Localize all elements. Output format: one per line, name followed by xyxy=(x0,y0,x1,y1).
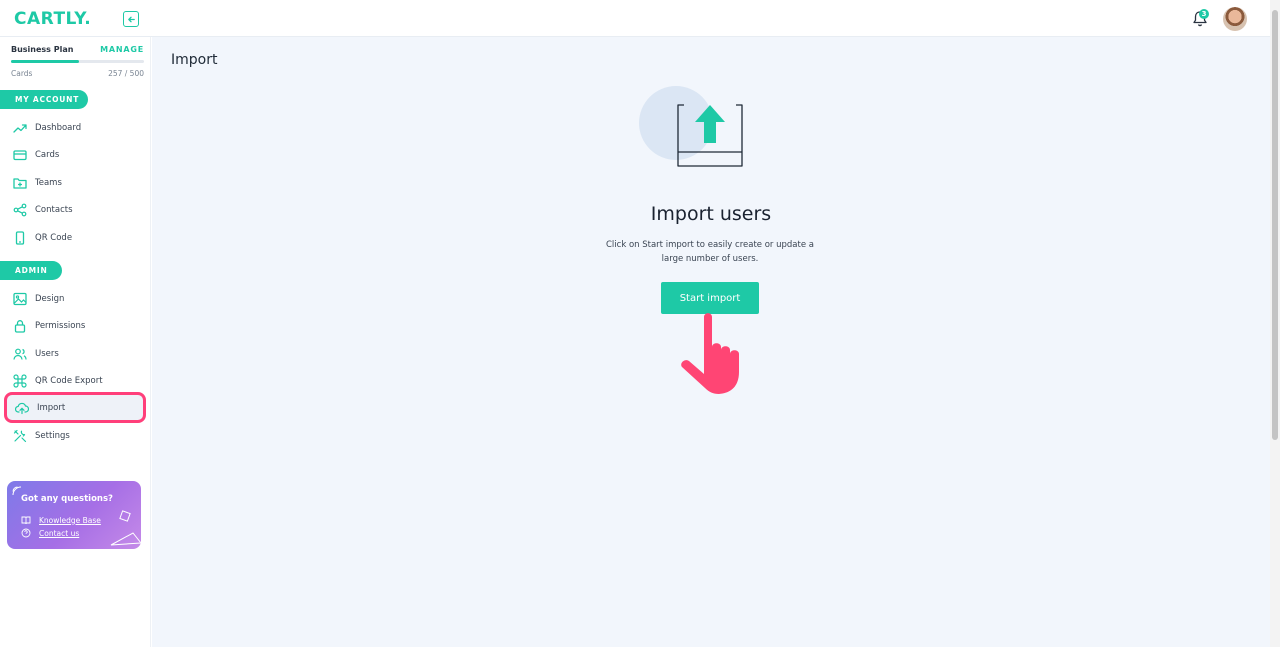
main-content: Import Import users Click on Start impor… xyxy=(152,37,1270,647)
page-title: Import xyxy=(171,52,218,68)
sidebar-item-label: Settings xyxy=(35,431,70,441)
users-icon xyxy=(13,348,27,360)
sidebar-item-label: QR Code Export xyxy=(35,376,103,386)
notification-badge: 3 xyxy=(1199,9,1209,19)
scrollbar-thumb[interactable] xyxy=(1272,10,1278,440)
my-account-section-label: MY ACCOUNT xyxy=(0,90,88,109)
sidebar-item-dashboard[interactable]: Dashboard xyxy=(0,114,146,142)
card-icon xyxy=(13,150,27,161)
plan-usage-bar xyxy=(11,60,144,63)
sidebar-item-label: Permissions xyxy=(35,321,86,331)
plan-row: Business Plan MANAGE xyxy=(11,45,144,54)
knowledge-base-link[interactable]: Knowledge Base xyxy=(21,515,101,525)
sidebar-item-design[interactable]: Design xyxy=(0,285,146,313)
sidebar-item-users[interactable]: Users xyxy=(0,340,146,368)
sidebar-item-settings[interactable]: Settings xyxy=(0,422,146,450)
sidebar-item-label: Contacts xyxy=(35,205,73,215)
plan-name: Business Plan xyxy=(11,45,74,54)
cards-usage-value: 257 / 500 xyxy=(108,69,144,78)
command-icon xyxy=(13,374,27,388)
user-avatar[interactable] xyxy=(1223,7,1247,31)
knowledge-base-label: Knowledge Base xyxy=(39,515,101,525)
admin-section-label: ADMIN xyxy=(0,261,62,280)
trend-icon xyxy=(13,124,27,133)
sidebar-item-label: Cards xyxy=(35,150,60,160)
upload-illustration xyxy=(639,86,743,167)
phone-icon xyxy=(15,231,25,245)
tools-icon xyxy=(13,429,27,443)
logo-text: CARTLY. xyxy=(14,9,92,29)
sidebar-item-teams[interactable]: Teams xyxy=(0,169,146,197)
sidebar-item-label: Import xyxy=(37,402,66,413)
sidebar-item-label: QR Code xyxy=(35,233,73,243)
import-description: Click on Start import to easily create o… xyxy=(606,240,814,264)
sidebar-item-label: Teams xyxy=(35,178,62,188)
help-title: Got any questions? xyxy=(21,494,113,504)
sidebar-item-import[interactable]: Import xyxy=(4,392,146,423)
sidebar-item-qr-code[interactable]: QR Code xyxy=(0,224,146,252)
lock-icon xyxy=(14,320,26,333)
sidebar-item-label: Dashboard xyxy=(35,123,82,133)
sidebar: Business Plan MANAGE Cards 257 / 500 MY … xyxy=(0,37,151,647)
pointing-hand-icon xyxy=(681,313,739,394)
image-icon xyxy=(13,292,27,306)
help-card: Got any questions? Knowledge Base Contac… xyxy=(7,481,141,549)
arrow-left-icon xyxy=(127,16,135,22)
sidebar-item-label: Users xyxy=(35,349,59,359)
sidebar-item-qr-code-export[interactable]: QR Code Export xyxy=(0,367,146,395)
cards-usage-label: Cards xyxy=(11,69,33,78)
sidebar-item-label: Design xyxy=(35,294,65,304)
decorative-shapes xyxy=(110,510,141,546)
help-circle-icon xyxy=(21,528,31,538)
sidebar-item-permissions[interactable]: Permissions xyxy=(0,312,146,340)
book-icon xyxy=(21,516,31,525)
folder-plus-icon xyxy=(13,178,27,189)
cloud-upload-icon xyxy=(15,402,29,414)
contact-us-label: Contact us xyxy=(39,528,80,538)
sidebar-item-cards[interactable]: Cards xyxy=(0,141,146,169)
import-heading: Import users xyxy=(650,203,772,225)
plan-usage-fill xyxy=(11,60,80,63)
contact-us-link[interactable]: Contact us xyxy=(21,528,79,538)
page-scrollbar[interactable] xyxy=(1270,0,1280,647)
top-bar: CARTLY. 3 xyxy=(0,0,1270,37)
share-icon xyxy=(13,203,27,217)
cards-usage-row: Cards 257 / 500 xyxy=(11,69,144,78)
sidebar-item-contacts[interactable]: Contacts xyxy=(0,196,146,224)
manage-plan-link[interactable]: MANAGE xyxy=(100,45,144,54)
collapse-sidebar-button[interactable] xyxy=(123,11,139,27)
cartly-logo[interactable]: CARTLY. xyxy=(14,8,91,30)
